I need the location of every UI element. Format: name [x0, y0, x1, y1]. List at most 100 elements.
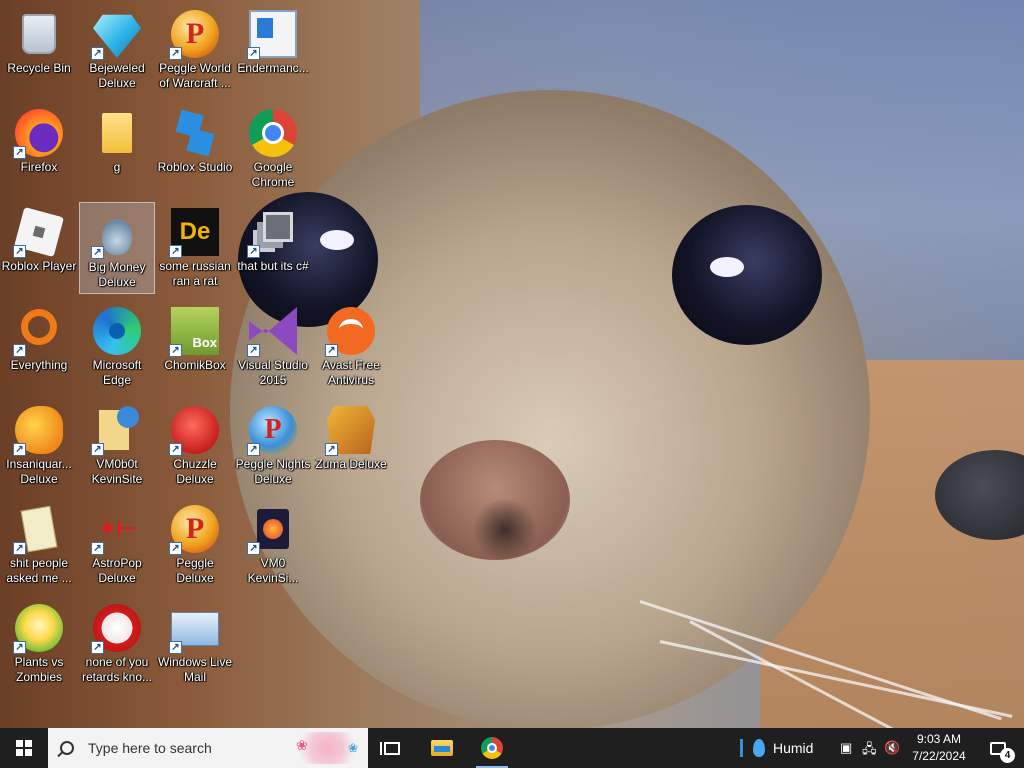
- icon-label: g: [113, 160, 121, 174]
- icon-label: Peggle World of Warcraft ...: [159, 61, 231, 90]
- chrome-icon: [249, 109, 297, 157]
- icon-label: Chuzzle Deluxe: [173, 457, 217, 486]
- desktop-icon-recycle-bin[interactable]: Recycle Bin: [1, 4, 77, 96]
- desktop-icon-endermanch[interactable]: ↗ Endermanc...: [235, 4, 311, 96]
- task-view-icon: [380, 741, 400, 755]
- clock-date: 7/22/2024: [912, 749, 966, 763]
- chrome-taskbar-button[interactable]: [470, 728, 514, 768]
- icon-label: Windows Live Mail: [157, 655, 233, 684]
- desktop-icon-russian-rat[interactable]: De ↗ some russian ran a rat: [157, 202, 233, 294]
- desktop-icon-bejeweled[interactable]: ↗ Bejeweled Deluxe: [79, 4, 155, 96]
- desktop-icon-microsoft-edge[interactable]: Microsoft Edge: [79, 301, 155, 393]
- search-placeholder: Type here to search: [88, 740, 212, 756]
- water-drop-icon: [753, 739, 765, 757]
- shortcut-arrow-icon: ↗: [91, 47, 104, 60]
- shortcut-arrow-icon: ↗: [169, 245, 182, 258]
- vm0-firefox-icon: [257, 509, 289, 549]
- desktop-icon-none-of-you[interactable]: ↗ none of you retards kno...: [79, 598, 155, 690]
- shortcut-arrow-icon: ↗: [247, 443, 260, 456]
- desktop-icon-vm0b0t[interactable]: ↗ VM0b0t KevinSite: [79, 400, 155, 492]
- icon-label: ChomikBox: [164, 358, 226, 372]
- icon-label: Insaniquar... Deluxe: [6, 457, 72, 486]
- icon-label: Firefox: [20, 160, 58, 174]
- icon-label: Visual Studio 2015: [238, 358, 308, 387]
- desktop-icon-peggle-nights[interactable]: P ↗ Peggle Nights Deluxe: [235, 400, 311, 492]
- shortcut-arrow-icon: ↗: [247, 47, 260, 60]
- desktop-icon-insaniquarium[interactable]: ↗ Insaniquar... Deluxe: [1, 400, 77, 492]
- desktop-icon-chuzzle[interactable]: ↗ Chuzzle Deluxe: [157, 400, 233, 492]
- desktop-icon-folder-g[interactable]: g: [79, 103, 155, 195]
- icon-label: Peggle Nights Deluxe: [235, 457, 311, 486]
- shortcut-arrow-icon: ↗: [169, 542, 182, 555]
- desktop-icon-shit-people-asked[interactable]: ↗ shit people asked me ...: [1, 499, 77, 591]
- desktop-icon-google-chrome[interactable]: Google Chrome: [235, 103, 311, 195]
- desktop-icon-visual-studio[interactable]: ↗ Visual Studio 2015: [235, 301, 311, 393]
- icon-label: Recycle Bin: [7, 61, 71, 75]
- shortcut-arrow-icon: ↗: [13, 146, 26, 159]
- weather-widget[interactable]: Humid: [736, 728, 826, 768]
- shortcut-arrow-icon: ↗: [325, 443, 338, 456]
- shortcut-arrow-icon: ↗: [325, 344, 338, 357]
- chrome-icon: [481, 737, 503, 759]
- desktop-icon-peggle-deluxe[interactable]: P ↗ Peggle Deluxe: [157, 499, 233, 591]
- desktop-icon-windows-live-mail[interactable]: ↗ Windows Live Mail: [157, 598, 233, 690]
- desktop-icon-avast[interactable]: ↗ Avast Free Antivirus: [313, 301, 389, 393]
- desktop-icon-big-money[interactable]: ↗ Big Money Deluxe: [79, 202, 155, 294]
- icon-label: some russian ran a rat: [159, 259, 231, 288]
- shortcut-arrow-icon: ↗: [169, 47, 182, 60]
- money-bag-icon: [102, 219, 132, 255]
- desktop-icon-chomikbox[interactable]: Box ↗ ChomikBox: [157, 301, 233, 393]
- desktop-icon-vm0-kevinsite[interactable]: ↗ VM0 KevinSi...: [235, 499, 311, 591]
- meet-now-icon[interactable]: ▣: [840, 740, 852, 756]
- taskbar: Type here to search Humid ▣ 🖧 🔇 9:03 AM …: [0, 728, 1024, 768]
- notification-count-badge: 4: [1000, 748, 1015, 763]
- icon-label: Peggle Deluxe: [176, 556, 214, 585]
- icon-label: VM0b0t KevinSite: [91, 457, 143, 486]
- shortcut-arrow-icon: ↗: [91, 443, 104, 456]
- document-icon: [20, 505, 58, 553]
- desktop-icon-roblox-player[interactable]: ↗ Roblox Player: [1, 202, 77, 294]
- shortcut-arrow-icon: ↗: [13, 443, 26, 456]
- network-icon[interactable]: 🖧: [862, 740, 877, 762]
- task-view-button[interactable]: [372, 728, 412, 768]
- desktop-icon-everything[interactable]: ↗ Everything: [1, 301, 77, 393]
- desktop-icon-roblox-studio[interactable]: Roblox Studio: [157, 103, 233, 195]
- shortcut-arrow-icon: ↗: [13, 344, 26, 357]
- icon-label: Endermanc...: [237, 61, 309, 75]
- icon-label: AstroPop Deluxe: [92, 556, 142, 585]
- system-clock[interactable]: 9:03 AM 7/22/2024: [900, 728, 978, 768]
- action-center-button[interactable]: 4: [980, 728, 1016, 768]
- everything-search-icon: [21, 309, 57, 345]
- shortcut-arrow-icon: ↗: [91, 542, 104, 555]
- stacked-windows-icon: [263, 212, 293, 242]
- shortcut-arrow-icon: ↗: [13, 245, 26, 258]
- shortcut-arrow-icon: ↗: [247, 344, 260, 357]
- start-button[interactable]: [0, 728, 48, 768]
- icon-label: none of you retards kno...: [81, 655, 153, 684]
- shortcut-arrow-icon: ↗: [91, 641, 104, 654]
- shortcut-arrow-icon: ↗: [13, 542, 26, 555]
- icon-label: shit people asked me ...: [6, 556, 72, 585]
- shortcut-arrow-icon: ↗: [247, 542, 260, 555]
- shortcut-arrow-icon: ↗: [247, 245, 260, 258]
- taskbar-search-box[interactable]: Type here to search: [48, 728, 368, 768]
- file-explorer-button[interactable]: [420, 728, 464, 768]
- icon-label: Big Money Deluxe: [88, 260, 146, 289]
- search-highlight-icon[interactable]: [292, 732, 362, 764]
- weather-label: Humid: [773, 740, 814, 756]
- volume-muted-icon[interactable]: 🔇: [884, 740, 900, 756]
- icon-label: Plants vs Zombies: [14, 655, 64, 684]
- desktop-icon-astropop[interactable]: ✦⊢ ↗ AstroPop Deluxe: [79, 499, 155, 591]
- icon-label: VM0 KevinSi...: [247, 556, 299, 585]
- shortcut-arrow-icon: ↗: [91, 246, 104, 259]
- roblox-studio-icon: [171, 109, 218, 156]
- desktop-icon-firefox[interactable]: ↗ Firefox: [1, 103, 77, 195]
- desktop-icon-that-but-csharp[interactable]: ↗ that but its c#: [235, 202, 311, 294]
- humidity-bar-icon: [740, 739, 743, 757]
- icon-label: Microsoft Edge: [92, 358, 142, 387]
- windows-logo-icon: [16, 740, 32, 756]
- icon-label: Roblox Studio: [157, 160, 233, 174]
- desktop-icon-peggle-wow[interactable]: P ↗ Peggle World of Warcraft ...: [157, 4, 233, 96]
- desktop-icon-plants-vs-zombies[interactable]: ↗ Plants vs Zombies: [1, 598, 77, 690]
- desktop-icon-zuma[interactable]: ↗ Zuma Deluxe: [313, 400, 389, 492]
